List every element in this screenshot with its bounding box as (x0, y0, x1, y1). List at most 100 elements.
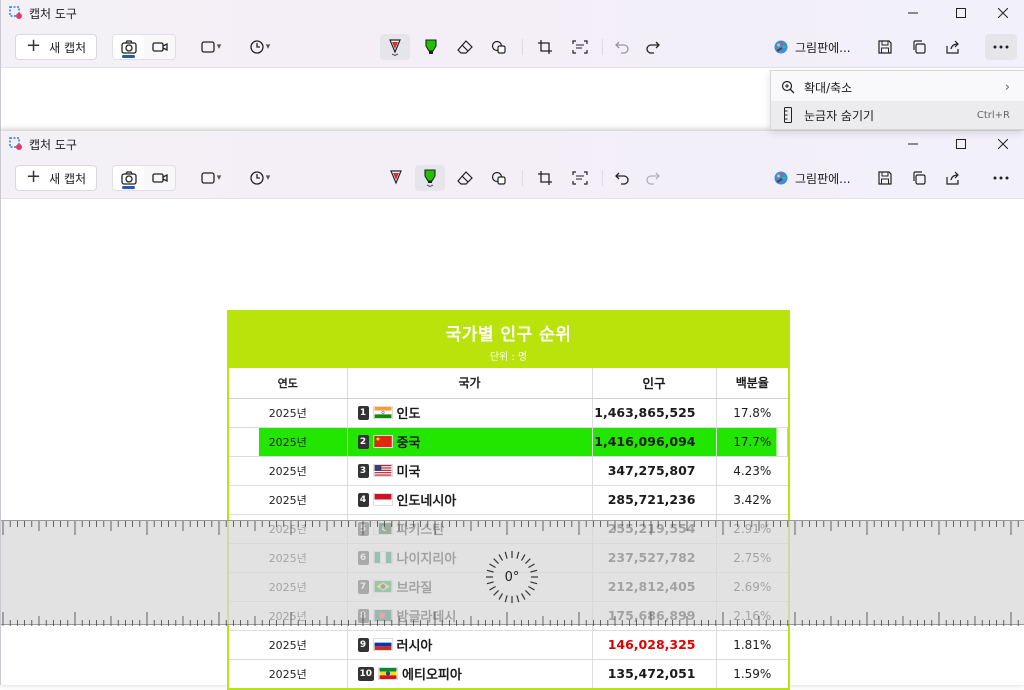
open-in-paint-button[interactable]: 그림판에... (773, 34, 863, 60)
screenshot-mode-button[interactable] (113, 35, 144, 59)
paint-icon (774, 171, 788, 185)
cell-percent: 4.23% (716, 456, 788, 486)
text-actions-icon (572, 40, 588, 54)
new-capture-label: 새 캡처 (49, 40, 87, 55)
text-actions-button[interactable] (566, 165, 594, 191)
crop-button[interactable] (531, 165, 559, 191)
ruler-angle-label: 0° (504, 569, 520, 585)
column-header: 연도 (229, 368, 348, 399)
video-camera-icon (151, 42, 168, 52)
close-button[interactable] (986, 0, 1020, 26)
text-actions-button[interactable] (566, 34, 594, 60)
maximize-button[interactable] (944, 131, 978, 157)
cell-population: 347,275,807 (592, 456, 717, 486)
shapes-button[interactable] (485, 165, 513, 191)
new-capture-label: 새 캡처 (49, 171, 87, 186)
save-button[interactable] (871, 34, 899, 60)
close-button[interactable] (986, 131, 1020, 157)
copy-button[interactable] (905, 34, 933, 60)
screenshot-mode-button[interactable] (113, 166, 144, 190)
pen-red-icon (389, 39, 401, 56)
share-icon (946, 40, 959, 54)
cell-population: 1,463,865,525 (592, 398, 717, 428)
text-actions-icon (572, 171, 588, 185)
ballpoint-pen-button[interactable] (382, 165, 410, 191)
open-in-paint-button[interactable]: 그림판에... (773, 165, 863, 191)
cell-year: 2025년 (229, 630, 348, 660)
camera-icon (120, 171, 137, 185)
ballpoint-pen-button[interactable] (380, 34, 410, 60)
table-row: 2025년 2 중국 1,416,096,094 17.7% (229, 427, 788, 457)
menu-item-label: 확대/축소 (804, 80, 853, 95)
video-mode-button[interactable] (144, 35, 175, 59)
more-options-menu: 확대/축소 › 눈금자 숨기기 Ctrl+R (770, 70, 1024, 130)
minimize-button[interactable] (896, 0, 930, 26)
rank-badge: 4 (357, 492, 369, 507)
shapes-button[interactable] (485, 34, 513, 60)
column-header: 백분율 (716, 368, 788, 399)
more-options-button[interactable] (985, 165, 1017, 191)
chevron-down-icon: ▾ (265, 42, 271, 52)
ruler-angle-dial[interactable]: 0° (484, 549, 540, 605)
capture-canvas[interactable]: 국가별 인구 순위 단위 : 명 연도 국가 인구 백분율 2025년 1 인도 1,… (1, 200, 1024, 690)
capture-mode-toggle (112, 165, 176, 191)
table-header-row: 연도 국가 인구 백분율 (229, 368, 788, 399)
save-button[interactable] (871, 165, 899, 191)
delay-dropdown[interactable]: ▾ (244, 165, 276, 191)
app-title: 캡처 도구 (29, 7, 77, 21)
ruler-icon (780, 107, 796, 123)
plus-icon: + (26, 35, 42, 56)
crop-icon (538, 40, 552, 54)
flag-indonesia-icon (372, 493, 393, 506)
shapes-icon (491, 40, 506, 54)
flag-china-icon (372, 435, 393, 448)
delay-dropdown[interactable]: ▾ (244, 34, 276, 60)
redo-button[interactable] (639, 34, 667, 60)
menu-item-hide-ruler[interactable]: 눈금자 숨기기 Ctrl+R (771, 101, 1024, 129)
highlighter-button[interactable] (417, 34, 445, 60)
cell-percent: 1.59% (716, 659, 788, 688)
table-row: 2025년 3 미국 347,275,807 4.23% (229, 456, 788, 486)
plus-icon: + (26, 166, 42, 187)
rank-badge: 1 (357, 405, 369, 420)
country-name: 에티오피아 (402, 668, 462, 683)
table-subtitle: 단위 : 명 (489, 352, 528, 363)
more-options-button[interactable] (985, 34, 1017, 60)
population-table-card: 국가별 인구 순위 단위 : 명 연도 국가 인구 백분율 2025년 1 인도 1,… (227, 310, 790, 690)
eraser-button[interactable] (451, 34, 479, 60)
menu-item-zoom[interactable]: 확대/축소 › (771, 73, 1024, 101)
highlighter-button[interactable] (415, 165, 445, 191)
share-button[interactable] (939, 34, 967, 60)
menu-item-shortcut: Ctrl+R (976, 109, 1010, 121)
crop-button[interactable] (531, 34, 559, 60)
minimize-button[interactable] (896, 131, 930, 157)
column-header: 국가 (347, 368, 593, 399)
snipping-tool-app-icon (9, 6, 22, 19)
video-mode-button[interactable] (144, 166, 175, 190)
camera-icon (120, 40, 137, 54)
flag-russia-icon (372, 638, 393, 651)
snip-shape-dropdown[interactable]: ▾ (195, 165, 227, 191)
table-row: 2025년 4 인도네시아 285,721,236 3.42% (229, 485, 788, 515)
undo-button[interactable] (608, 34, 636, 60)
menu-item-label: 눈금자 숨기기 (804, 108, 875, 123)
country-name: 러시아 (396, 639, 433, 654)
redo-button[interactable] (639, 165, 667, 191)
copy-icon (913, 171, 926, 185)
copy-button[interactable] (905, 165, 933, 191)
save-icon (878, 40, 892, 54)
ruler-overlay[interactable]: 0° (1, 520, 1024, 626)
cell-population: 1,416,096,094 (592, 427, 717, 457)
new-capture-button[interactable]: + 새 캡처 (15, 34, 97, 60)
share-button[interactable] (939, 165, 967, 191)
eraser-button[interactable] (451, 165, 479, 191)
undo-button[interactable] (608, 165, 636, 191)
snip-shape-dropdown[interactable]: ▾ (195, 34, 227, 60)
cell-population: 285,721,236 (592, 485, 717, 515)
cell-percent: 17.8% (716, 398, 788, 428)
app-title: 캡처 도구 (29, 138, 77, 152)
maximize-button[interactable] (944, 0, 978, 26)
new-capture-button[interactable]: + 새 캡처 (15, 165, 97, 191)
cell-country: 3 미국 (347, 456, 593, 486)
table-row: 2025년 1 인도 1,463,865,525 17.8% (229, 398, 788, 428)
